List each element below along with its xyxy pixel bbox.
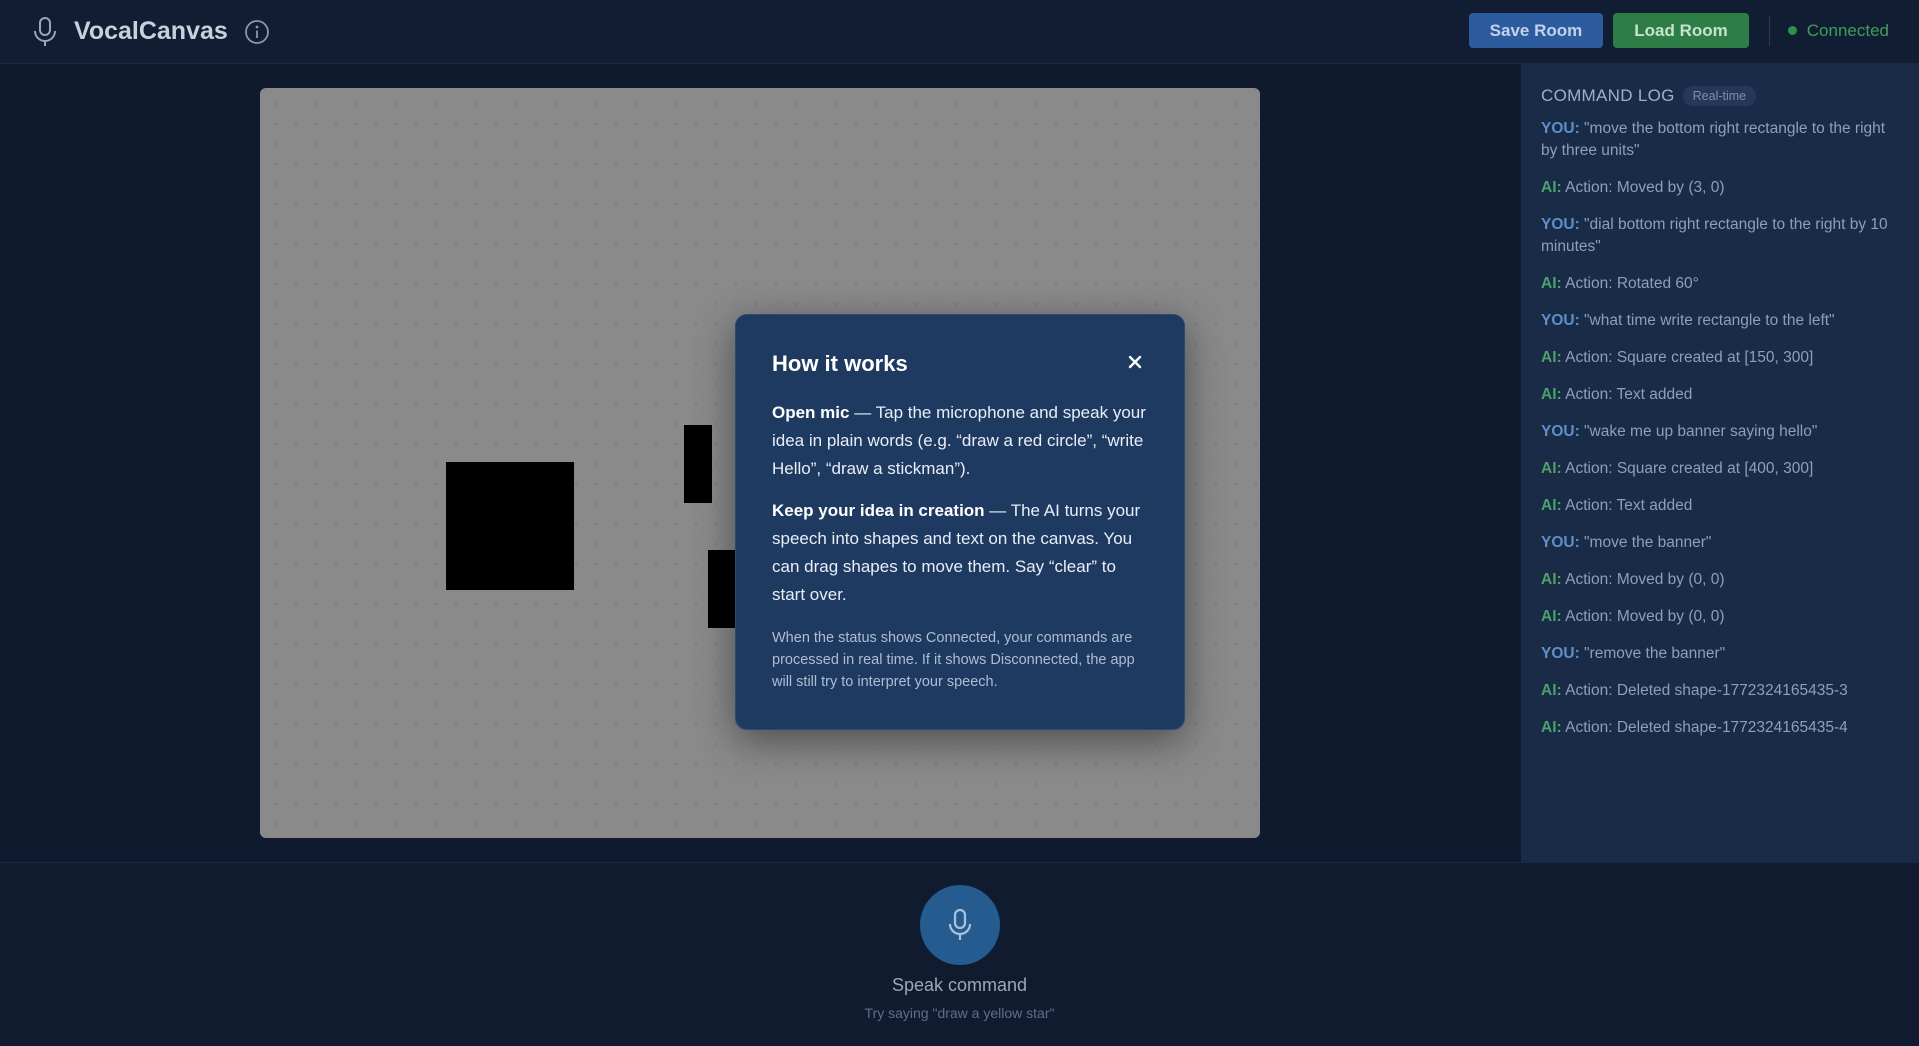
modal-paragraph-creation: Keep your idea in creation — The AI turn…	[772, 501, 1141, 604]
header-actions: Save Room Load Room Connected	[1468, 13, 1889, 48]
log-entry: AI: Action: Deleted shape-1772324165435-…	[1541, 719, 1848, 736]
canvas-shape-square[interactable]	[446, 462, 574, 590]
app-header: VocalCanvas Save Room Load Room Connecte…	[0, 0, 1919, 64]
app-root: VocalCanvas Save Room Load Room Connecte…	[0, 0, 1919, 1046]
info-icon	[244, 19, 269, 44]
log-entry: YOU: "what time write rectangle to the l…	[1541, 312, 1835, 329]
speak-command-label: Speak command	[891, 975, 1028, 995]
log-entry: AI: Action: Moved by (3, 0)	[1541, 179, 1725, 196]
command-log-panel: COMMAND LOG Real-time YOU: "move the bot…	[1521, 64, 1919, 862]
load-room-button[interactable]: Load Room	[1613, 13, 1749, 48]
log-entry: YOU: "wake me up banner saying hello"	[1541, 423, 1818, 440]
log-entry: AI: Action: Deleted shape-1772324165435-…	[1541, 682, 1848, 699]
app-title: VocalCanvas	[74, 17, 228, 45]
log-entry: AI: Action: Square created at [150, 300]	[1541, 349, 1814, 366]
command-log-title: COMMAND LOG	[1541, 86, 1675, 105]
modal-title: How it works	[772, 351, 908, 376]
how-it-works-modal: How it works Open mic — Tap the micropho…	[735, 314, 1185, 730]
log-entry: AI: Action: Moved by (0, 0)	[1541, 608, 1725, 625]
log-entry: YOU: "dial bottom right rectangle to the…	[1541, 216, 1888, 255]
log-entry: AI: Action: Rotated 60°	[1541, 275, 1699, 292]
connection-status: Connected	[1787, 20, 1889, 41]
modal-note: When the status shows Connected, your co…	[772, 630, 1135, 690]
log-entry: YOU: "move the bottom right rectangle to…	[1541, 120, 1886, 159]
status-text: Connected	[1806, 20, 1889, 40]
log-entry: AI: Action: Text added	[1541, 497, 1693, 514]
log-entry: YOU: "move the banner"	[1541, 534, 1712, 551]
log-entry: AI: Action: Text added	[1541, 386, 1693, 403]
modal-paragraph-open-mic: Open mic — Tap the microphone and speak …	[772, 403, 1146, 478]
log-entry: AI: Action: Moved by (0, 0)	[1541, 571, 1725, 588]
realtime-badge: Real-time	[1682, 86, 1757, 106]
log-entry: AI: Action: Square created at [400, 300]	[1541, 460, 1814, 477]
log-entry: YOU: "remove the banner"	[1541, 645, 1726, 662]
speak-command-button[interactable]	[920, 885, 1000, 965]
canvas-shape-rectangle[interactable]	[684, 425, 712, 503]
brand: VocalCanvas	[32, 16, 270, 47]
save-room-button[interactable]: Save Room	[1468, 13, 1604, 48]
modal-close-button[interactable]	[1124, 351, 1146, 373]
speak-hint: Try saying "draw a yellow star"	[864, 1005, 1055, 1021]
status-dot	[1787, 26, 1797, 35]
info-button[interactable]	[228, 19, 270, 45]
voice-control-bar: Speak command Try saying "draw a yellow …	[0, 862, 1919, 1046]
header-divider	[1768, 15, 1770, 46]
microphone-icon	[34, 16, 56, 46]
canvas-shape-rectangle[interactable]	[708, 550, 738, 628]
microphone-icon	[948, 908, 972, 940]
command-log-list[interactable]: YOU: "move the bottom right rectangle to…	[1541, 118, 1899, 739]
close-icon	[1128, 355, 1142, 369]
command-log-header: COMMAND LOG Real-time	[1541, 84, 1899, 108]
